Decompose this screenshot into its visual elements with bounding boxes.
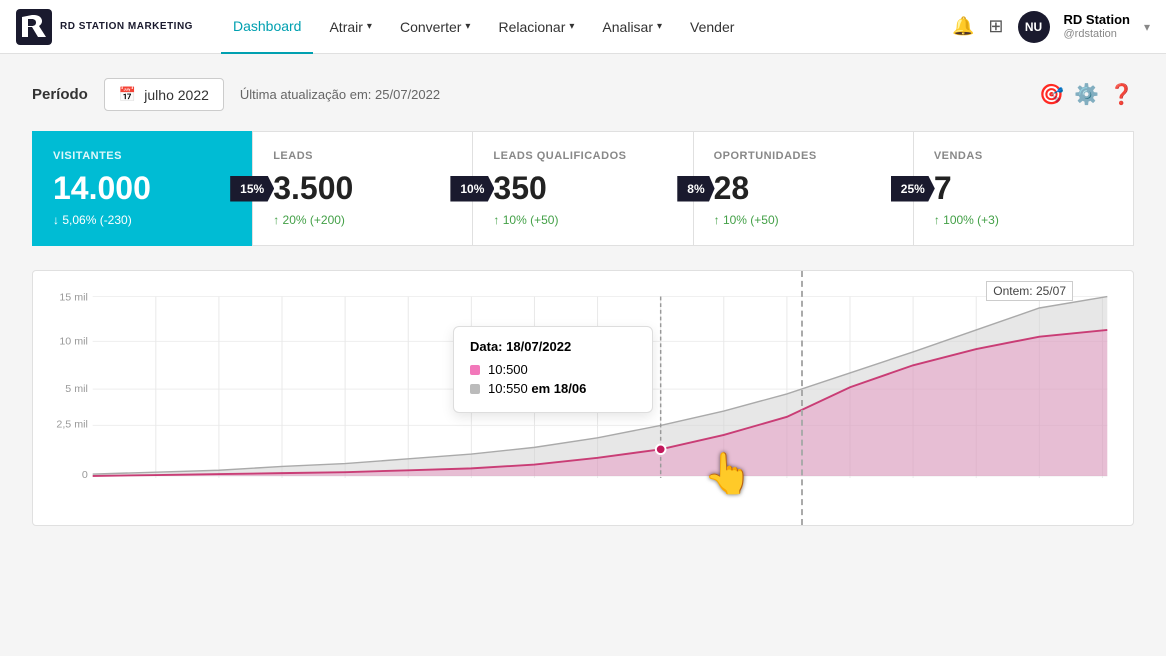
user-name: RD Station — [1064, 12, 1130, 28]
target-icon[interactable]: 🎯 — [1039, 82, 1064, 107]
dashed-line — [801, 271, 803, 525]
chevron-down-icon: ▾ — [657, 21, 662, 32]
period-value: julho 2022 — [144, 87, 209, 103]
logo[interactable]: RD STATION MARKETING — [16, 9, 193, 45]
metric-change-vendas: ↑ 100% (+3) — [934, 213, 1113, 227]
period-picker[interactable]: 📅 julho 2022 — [104, 78, 224, 111]
tooltip-dot-gray — [470, 384, 480, 394]
user-handle: @rdstation — [1064, 28, 1130, 41]
svg-text:10 mil: 10 mil — [59, 335, 87, 347]
tooltip-value-2: 10:550 em 18/06 — [488, 381, 586, 396]
avatar[interactable]: NU — [1018, 11, 1050, 43]
period-label: Período — [32, 86, 88, 103]
nav-item-dashboard[interactable]: Dashboard — [221, 0, 314, 54]
nav-item-converter[interactable]: Converter ▾ — [388, 0, 483, 54]
settings-icon[interactable]: ⚙️ — [1074, 82, 1099, 107]
svg-text:2,5 mil: 2,5 mil — [56, 418, 87, 430]
top-icons: 🎯 ⚙️ ❓ — [1039, 82, 1134, 107]
tooltip-value-1: 10:500 — [488, 362, 528, 377]
chart-container: Ontem: 25/07 15 mil 10 mil 5 mil 2,5 mil… — [32, 270, 1134, 526]
metric-change-oportunidades: ↑ 10% (+50) — [714, 213, 893, 227]
conversion-badge-leads-qualificados: 8% — [677, 176, 714, 202]
tooltip-date: Data: 18/07/2022 — [470, 339, 636, 354]
nav-item-vender[interactable]: Vender — [678, 0, 746, 54]
tooltip-row-2: 10:550 em 18/06 — [470, 381, 636, 396]
navbar: RD STATION MARKETING Dashboard Atrair ▾ … — [0, 0, 1166, 54]
svg-text:15 mil: 15 mil — [59, 291, 87, 303]
metric-title-vendas: VENDAS — [934, 150, 1113, 162]
metric-card-oportunidades: OPORTUNIDADES28↑ 10% (+50)25% — [693, 131, 913, 246]
grid-icon[interactable]: ⊞ — [988, 16, 1003, 37]
nav-item-relacionar[interactable]: Relacionar ▾ — [486, 0, 586, 54]
metric-value-leads-qualificados: 350 — [493, 170, 672, 207]
metric-title-leads-qualificados: LEADS QUALIFICADOS — [493, 150, 672, 162]
metric-card-leads-qualificados: LEADS QUALIFICADOS350↑ 10% (+50)8% — [472, 131, 692, 246]
logo-title: RD STATION MARKETING — [60, 21, 193, 32]
calendar-icon: 📅 — [119, 86, 136, 103]
chevron-down-icon: ▾ — [367, 21, 372, 32]
metric-value-vendas: 7 — [934, 170, 1113, 207]
metric-change-leads: ↑ 20% (+200) — [273, 213, 452, 227]
metric-change-visitantes: ↓ 5,06% (-230) — [53, 213, 232, 227]
metric-title-leads: LEADS — [273, 150, 452, 162]
chevron-down-icon: ▾ — [465, 21, 470, 32]
metric-value-visitantes: 14.000 — [53, 170, 232, 207]
metric-title-oportunidades: OPORTUNIDADES — [714, 150, 893, 162]
help-icon[interactable]: ❓ — [1109, 82, 1134, 107]
metric-card-leads: LEADS3.500↑ 20% (+200)10% — [252, 131, 472, 246]
user-info: RD Station @rdstation — [1064, 12, 1130, 41]
metric-value-oportunidades: 28 — [714, 170, 893, 207]
chart-tooltip: Data: 18/07/2022 10:500 10:550 em 18/06 — [453, 326, 653, 413]
metric-value-leads: 3.500 — [273, 170, 452, 207]
metric-change-leads-qualificados: ↑ 10% (+50) — [493, 213, 672, 227]
metric-title-visitantes: VISITANTES — [53, 150, 232, 162]
nav-item-atrair[interactable]: Atrair ▾ — [317, 0, 383, 54]
nav-links: Dashboard Atrair ▾ Converter ▾ Relaciona… — [221, 0, 952, 54]
svg-text:0: 0 — [82, 469, 88, 481]
tooltip-dot-pink — [470, 365, 480, 375]
metrics-row: VISITANTES 14.000 ↓ 5,06% (-230) 15% LEADS 3.… — [32, 131, 1134, 246]
metric-card-visitantes: VISITANTES14.000↓ 5,06% (-230)15% — [32, 131, 252, 246]
conversion-badge-leads: 10% — [450, 176, 494, 202]
nav-item-analisar[interactable]: Analisar ▾ — [590, 0, 674, 54]
main-content: Período 📅 julho 2022 Última atualização … — [0, 54, 1166, 550]
yesterday-label: Ontem: 25/07 — [986, 281, 1073, 301]
metric-card-vendas: VENDAS 7 ↑ 100% (+3) — [913, 131, 1134, 246]
notification-icon[interactable]: 🔔 — [952, 16, 974, 37]
chevron-down-icon: ▾ — [569, 21, 574, 32]
period-row: Período 📅 julho 2022 Última atualização … — [32, 78, 1134, 111]
nav-right: 🔔 ⊞ NU RD Station @rdstation ▾ — [952, 11, 1150, 43]
user-menu-chevron[interactable]: ▾ — [1144, 20, 1150, 34]
last-update: Última atualização em: 25/07/2022 — [240, 87, 1023, 102]
conversion-badge-visitantes: 15% — [230, 176, 274, 202]
conversion-badge-oportunidades: 25% — [891, 176, 935, 202]
tooltip-row-1: 10:500 — [470, 362, 636, 377]
svg-text:5 mil: 5 mil — [65, 383, 88, 395]
